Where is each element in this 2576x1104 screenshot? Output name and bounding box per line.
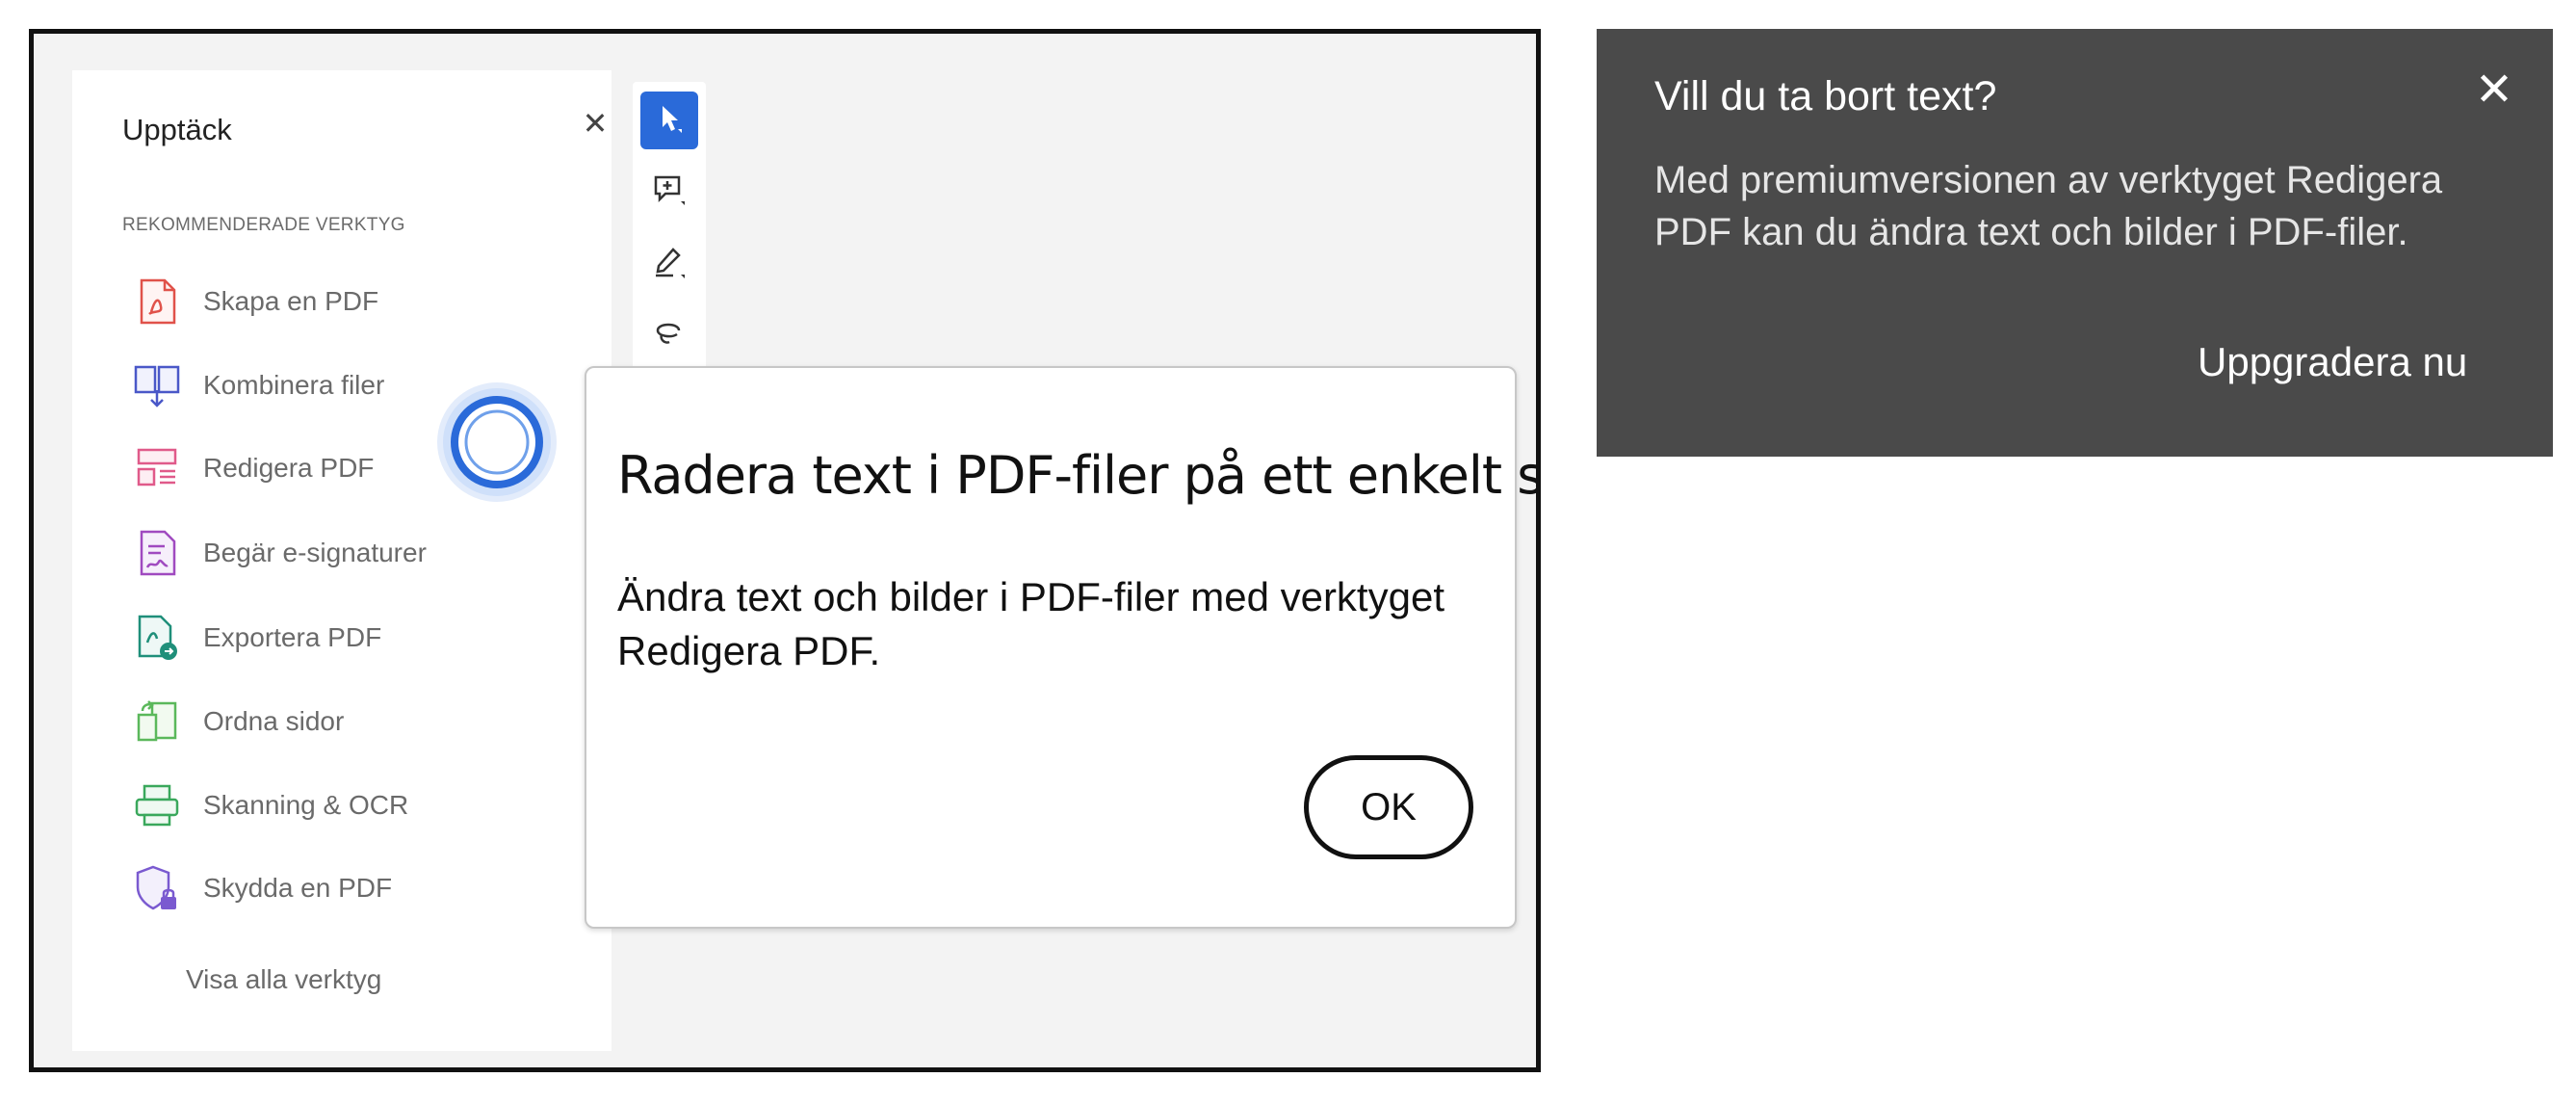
- dialog-body: Ändra text och bilder i PDF-filer med ve…: [617, 574, 1444, 673]
- panel-title: Upptäck: [122, 113, 232, 146]
- tool-label: Skapa en PDF: [203, 286, 379, 316]
- dialog-title: Radera text i PDF-filer på ett enkelt sä…: [617, 445, 1541, 506]
- protect-pdf-icon: [130, 861, 184, 915]
- tooltip-body: Med premiumversionen av verktyget Redige…: [1654, 159, 2443, 253]
- draw-tool-button[interactable]: [640, 236, 698, 294]
- combine-files-icon: [130, 358, 184, 412]
- organize-pages-icon: [130, 695, 184, 749]
- tool-label: Begär e-signaturer: [203, 538, 427, 567]
- tool-label: Redigera PDF: [203, 453, 375, 483]
- comment-tool-button[interactable]: [640, 163, 698, 221]
- highlight-pulse-icon: [433, 379, 560, 506]
- tool-item-protect-pdf[interactable]: Skydda en PDF: [130, 859, 573, 917]
- select-tool-button[interactable]: [640, 92, 698, 149]
- show-all-tools-link[interactable]: Visa alla verktyg: [186, 964, 381, 995]
- create-pdf-icon: [130, 275, 184, 329]
- draw-pen-icon: [652, 246, 687, 285]
- app-screenshot-frame: Upptäck ✕ REKOMMENDERADE VERKTYG Skapa e…: [29, 29, 1541, 1072]
- vertical-toolbar: [633, 82, 706, 400]
- tool-label: Skanning & OCR: [203, 790, 409, 820]
- tool-label: Exportera PDF: [203, 622, 382, 652]
- ok-button[interactable]: OK: [1304, 755, 1473, 859]
- lasso-icon: [652, 317, 687, 356]
- tool-label: Ordna sidor: [203, 706, 345, 736]
- request-signatures-icon: [130, 526, 184, 580]
- tool-item-organize-pages[interactable]: Ordna sidor: [130, 693, 573, 750]
- select-cursor-icon: [655, 102, 684, 140]
- tool-item-scan-ocr[interactable]: Skanning & OCR: [130, 776, 573, 834]
- tool-item-request-signatures[interactable]: Begär e-signaturer: [130, 524, 573, 582]
- info-dialog: Radera text i PDF-filer på ett enkelt sä…: [585, 366, 1536, 929]
- add-comment-icon: [652, 172, 687, 212]
- tool-item-create-pdf[interactable]: Skapa en PDF: [130, 273, 573, 330]
- close-icon[interactable]: ✕: [2471, 64, 2517, 118]
- section-label: REKOMMENDERADE VERKTYG: [122, 215, 405, 235]
- scan-ocr-icon: [130, 778, 184, 832]
- upgrade-tooltip: Vill du ta bort text? ✕ Med premiumversi…: [1597, 29, 2553, 457]
- close-icon[interactable]: ✕: [581, 108, 610, 139]
- discover-panel: Upptäck ✕ REKOMMENDERADE VERKTYG Skapa e…: [72, 70, 611, 1051]
- edit-pdf-icon: [130, 441, 184, 495]
- lasso-tool-button[interactable]: [640, 307, 698, 365]
- upgrade-now-link[interactable]: Uppgradera nu: [2198, 339, 2467, 385]
- export-pdf-icon: [130, 611, 184, 665]
- tooltip-title: Vill du ta bort text?: [1654, 73, 1997, 119]
- tool-item-export-pdf[interactable]: Exportera PDF: [130, 609, 573, 667]
- tool-label: Skydda en PDF: [203, 873, 393, 903]
- tool-label: Kombinera filer: [203, 370, 385, 400]
